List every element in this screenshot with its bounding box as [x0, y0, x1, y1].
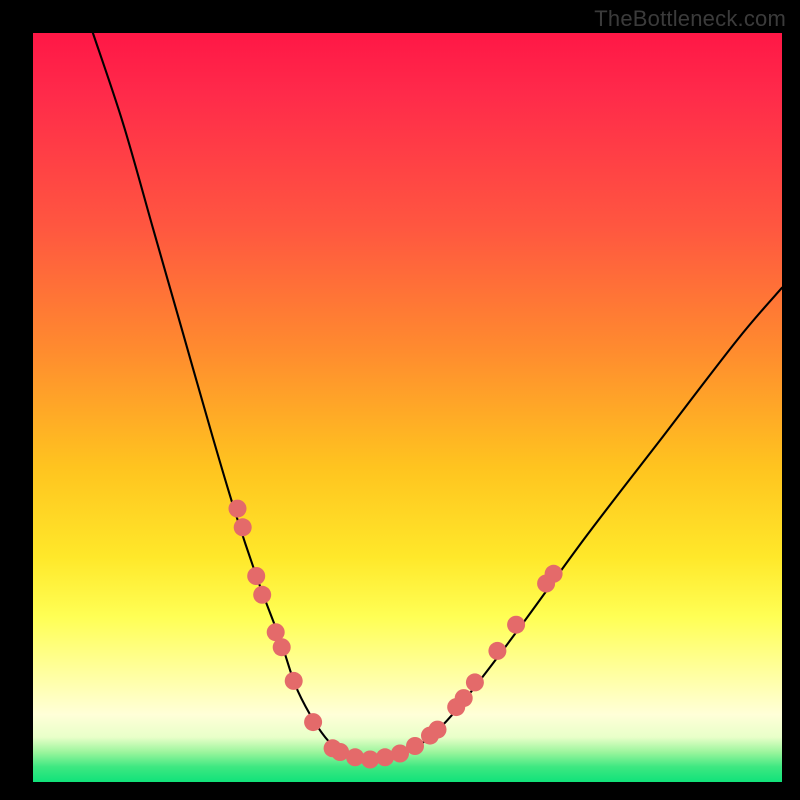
highlight-dot	[429, 721, 447, 739]
highlight-dot	[304, 713, 322, 731]
highlight-dot	[285, 672, 303, 690]
highlight-dot	[253, 586, 271, 604]
highlight-dot	[234, 518, 252, 536]
highlight-dot	[455, 689, 473, 707]
highlight-dot-group	[229, 500, 563, 769]
highlight-dot	[507, 616, 525, 634]
bottleneck-curve	[93, 33, 782, 760]
highlight-dot	[376, 748, 394, 766]
chart-svg	[33, 33, 782, 782]
highlight-dot	[488, 642, 506, 660]
highlight-dot	[466, 673, 484, 691]
plot-area	[33, 33, 782, 782]
highlight-dot	[545, 565, 563, 583]
highlight-dot	[229, 500, 247, 518]
watermark-label: TheBottleneck.com	[594, 6, 786, 32]
highlight-dot	[247, 567, 265, 585]
chart-frame: TheBottleneck.com	[0, 0, 800, 800]
highlight-dot	[273, 638, 291, 656]
highlight-dot	[406, 737, 424, 755]
